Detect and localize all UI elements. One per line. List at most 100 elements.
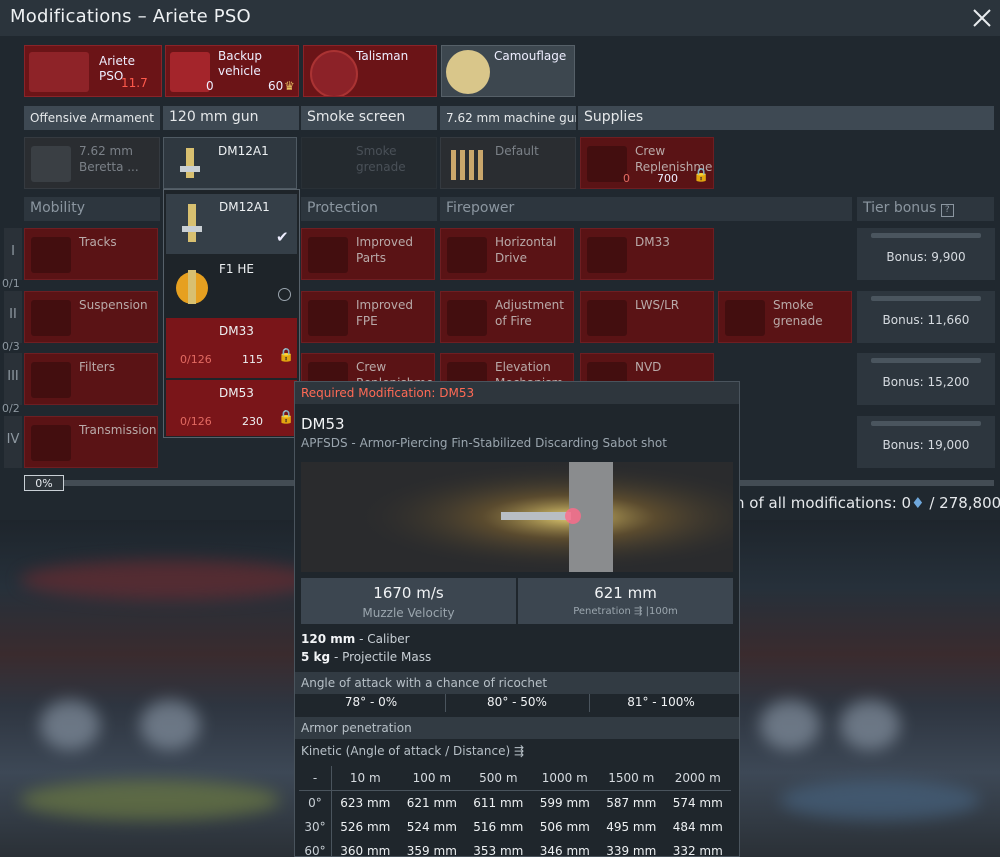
shell-icon: ⇶: [634, 606, 643, 617]
mass-value: 5 kg: [301, 650, 331, 664]
mod-adjustment-of-fire[interactable]: Adjustment of Fire: [440, 291, 574, 343]
mod-horizontal-drive[interactable]: Horizontal Drive: [440, 228, 574, 280]
mod-filters[interactable]: Filters: [24, 353, 158, 405]
slot-smoke[interactable]: Smoke grenade: [301, 137, 437, 189]
table-cell: 611 mm: [473, 796, 524, 810]
velocity-value: 1670 m/s: [373, 584, 444, 602]
ammo-tooltip: Required Modification: DM53 DM53 APFSDS …: [294, 381, 740, 857]
slot-beretta[interactable]: 7.62 mm Beretta ...: [24, 137, 160, 189]
table-cell: 495 mm: [606, 820, 657, 834]
checkmark-icon: ✔: [276, 228, 289, 246]
table-row: 0° 623 mm 621 mm 611 mm 599 mm 587 mm 57…: [299, 790, 731, 815]
kinetic-title: Kinetic (Angle of attack / Distance): [301, 744, 511, 758]
ammo-cost: 115: [242, 353, 263, 366]
smoke-icon: [725, 300, 765, 336]
filter-icon: [31, 362, 71, 398]
mod-improved-fpe[interactable]: Improved FPE: [301, 291, 435, 343]
slot-120mm-ammo[interactable]: DM12A1: [163, 137, 297, 189]
slot-label: 7.62 mm Beretta ...: [79, 144, 139, 174]
bullets-icon: [451, 150, 483, 180]
mod-label: Improved Parts: [356, 235, 413, 265]
mod-suspension[interactable]: Suspension: [24, 291, 158, 343]
slot-label: Smoke grenade: [356, 144, 406, 174]
mod-improved-parts[interactable]: Improved Parts: [301, 228, 435, 280]
bonus-bar: [871, 421, 981, 426]
mod-lws-lr[interactable]: LWS/LR: [580, 291, 714, 343]
table-row: 60° 360 mm 359 mm 353 mm 346 mm 339 mm 3…: [299, 839, 731, 857]
he-shell-icon: [176, 270, 208, 304]
caliber-label: - Caliber: [359, 632, 410, 646]
column-header: 1500 m: [598, 766, 665, 791]
section-offensive: Offensive Armament: [24, 106, 160, 130]
section-120mm-gun: 120 mm gun: [163, 106, 299, 130]
section-smoke-screen: Smoke screen: [301, 106, 437, 130]
mod-smoke-grenade[interactable]: Smoke grenade: [718, 291, 852, 343]
title-bar: Modifications – Ariete PSO: [0, 0, 1000, 36]
close-icon[interactable]: [968, 4, 996, 32]
table-cell: 359 mm: [406, 844, 457, 857]
penetration-value: 621 mm: [594, 584, 657, 602]
tier-bonus-label: Tier bonus: [863, 200, 937, 216]
mod-tracks[interactable]: Tracks: [24, 228, 158, 280]
ammo-count: 0/126: [180, 415, 212, 428]
column-header: 1000 m: [531, 766, 599, 791]
penetration-label-line: Penetration ⇶ |100m: [518, 606, 733, 617]
crew-cost: 700: [657, 172, 678, 185]
shell-icon: [587, 237, 627, 273]
table-cell: 484 mm: [672, 820, 723, 834]
mod-label: DM33: [635, 235, 670, 249]
mod-label: Adjustment of Fire: [495, 298, 564, 328]
slot-mg-ammo[interactable]: Default: [440, 137, 576, 189]
bonus-text: Bonus: 15,200: [882, 375, 970, 389]
ammo-name: DM53: [219, 386, 254, 400]
lock-icon: 🔒: [278, 410, 295, 425]
tier-bonus-2: Bonus: 11,660: [857, 291, 995, 343]
table-row: 30° 526 mm 524 mm 516 mm 506 mm 495 mm 4…: [299, 815, 731, 839]
lock-icon: 🔒: [693, 168, 710, 183]
backup-count: 0: [206, 79, 214, 93]
battle-rating: 11.7: [121, 76, 148, 90]
bonus-bar: [871, 233, 981, 238]
total-sep: /: [929, 494, 935, 512]
penetration-stat: 621 mm Penetration ⇶ |100m: [518, 578, 733, 624]
ammo-option-dm12a1[interactable]: DM12A1 ✔: [166, 194, 297, 254]
ammo-option-dm53[interactable]: DM53 0/126 230 🔒: [166, 380, 297, 436]
mod-label: Smoke grenade: [773, 298, 823, 328]
ammo-name: F1 HE: [219, 262, 254, 276]
mod-dm33[interactable]: DM33: [580, 228, 714, 280]
table-cell: 332 mm: [672, 844, 723, 857]
ricochet-value: 78° - 0%: [344, 695, 398, 709]
vehicle-card[interactable]: Ariete PSO 11.7: [24, 45, 162, 97]
tier-numeral: II: [4, 291, 22, 343]
backup-vehicle-card[interactable]: Backup vehicle 0 60 ♛: [165, 45, 299, 97]
table-cell: 0°: [299, 790, 332, 815]
table-cell: 60°: [299, 839, 332, 856]
wrench-icon: [447, 300, 487, 336]
help-icon[interactable]: ?: [940, 204, 954, 217]
ammo-option-dm33[interactable]: DM33 0/126 115 🔒: [166, 318, 297, 378]
ammo-option-f1-he[interactable]: F1 HE: [166, 256, 297, 316]
section-firepower: Firepower: [440, 197, 852, 221]
section-mobility: Mobility: [24, 197, 160, 221]
slot-crew-replenishment[interactable]: Crew Replenishme... 0 700 🔒: [580, 137, 714, 189]
mod-label: Improved FPE: [356, 298, 413, 328]
ammo-description: APFSDS - Armor-Piercing Fin-Stabilized D…: [301, 436, 667, 450]
ammo-name: DM12A1: [219, 200, 270, 214]
table-cell: 524 mm: [406, 820, 457, 834]
crew-icon: [587, 146, 627, 182]
tier-numeral: III: [4, 353, 22, 405]
column-header: 500 m: [465, 766, 532, 791]
camouflage-card[interactable]: Camouflage: [441, 45, 575, 97]
fire-extinguisher-icon: [308, 300, 348, 336]
table-cell: 339 mm: [606, 844, 657, 857]
parts-icon: [308, 237, 348, 273]
brush-icon: [446, 50, 490, 94]
mod-transmission[interactable]: Transmission: [24, 416, 158, 468]
radio-icon[interactable]: [278, 288, 291, 301]
tier-bonus-4: Bonus: 19,000: [857, 416, 995, 468]
camouflage-label: Camouflage: [494, 49, 567, 63]
talisman-card[interactable]: Talisman: [303, 45, 437, 97]
bonus-bar: [871, 358, 981, 363]
bonus-bar: [871, 296, 981, 301]
section-tier-bonus: Tier bonus ?: [857, 197, 994, 221]
